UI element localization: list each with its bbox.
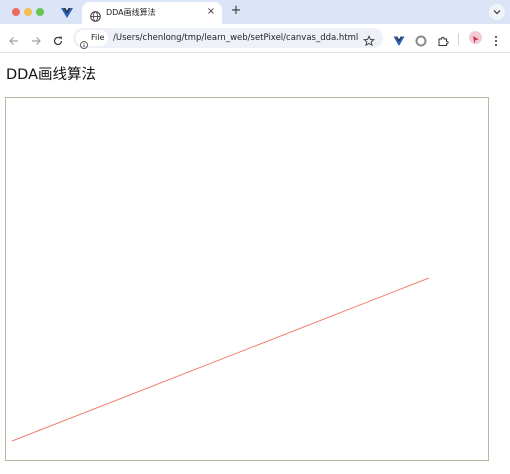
new-tab-button[interactable]: + bbox=[229, 4, 243, 18]
tab-search-button[interactable] bbox=[489, 4, 505, 20]
arrow-right-icon bbox=[32, 37, 41, 45]
forward-button[interactable] bbox=[30, 32, 42, 45]
reload-button[interactable] bbox=[52, 32, 64, 46]
scheme-label: File bbox=[91, 33, 105, 42]
page-title: DDA画线算法 bbox=[6, 67, 96, 83]
reload-icon bbox=[53, 36, 63, 46]
window-minimize-button[interactable] bbox=[24, 8, 32, 16]
url-text[interactable]: /Users/chenlong/tmp/learn_web/setPixel/c… bbox=[113, 32, 358, 44]
tab-active[interactable]: DDA画线算法 × bbox=[82, 2, 222, 24]
window-maximize-button[interactable] bbox=[36, 8, 44, 16]
star-icon[interactable] bbox=[363, 32, 375, 47]
kebab-menu-icon[interactable] bbox=[492, 32, 500, 46]
dda-line bbox=[11, 277, 430, 442]
circle-extension-icon[interactable] bbox=[415, 32, 427, 47]
toolbar-divider bbox=[458, 33, 459, 45]
back-button[interactable] bbox=[8, 32, 20, 45]
address-bar[interactable]: File /Users/chenlong/tmp/learn_web/setPi… bbox=[73, 28, 383, 49]
dda-canvas[interactable] bbox=[5, 97, 489, 461]
vue-icon[interactable] bbox=[60, 5, 74, 19]
tab-title: DDA画线算法 bbox=[106, 8, 156, 17]
info-icon bbox=[80, 34, 88, 49]
window-close-button[interactable] bbox=[12, 8, 20, 16]
chevron-down-icon bbox=[493, 10, 501, 15]
browser-window: DDA画线算法 × + File /Users/chenlong/tmp/lea… bbox=[0, 0, 510, 474]
globe-icon bbox=[90, 7, 101, 22]
site-info-chip[interactable]: File bbox=[76, 30, 108, 49]
tab-strip: DDA画线算法 × + bbox=[0, 0, 510, 24]
puzzle-icon[interactable] bbox=[437, 32, 449, 46]
avatar[interactable] bbox=[469, 31, 482, 44]
arrow-left-icon bbox=[9, 37, 18, 45]
line-drawing bbox=[11, 277, 430, 442]
tab-close-icon[interactable]: × bbox=[205, 6, 217, 18]
vue-devtools-icon[interactable] bbox=[393, 32, 405, 46]
browser-toolbar: File /Users/chenlong/tmp/learn_web/setPi… bbox=[0, 24, 510, 53]
